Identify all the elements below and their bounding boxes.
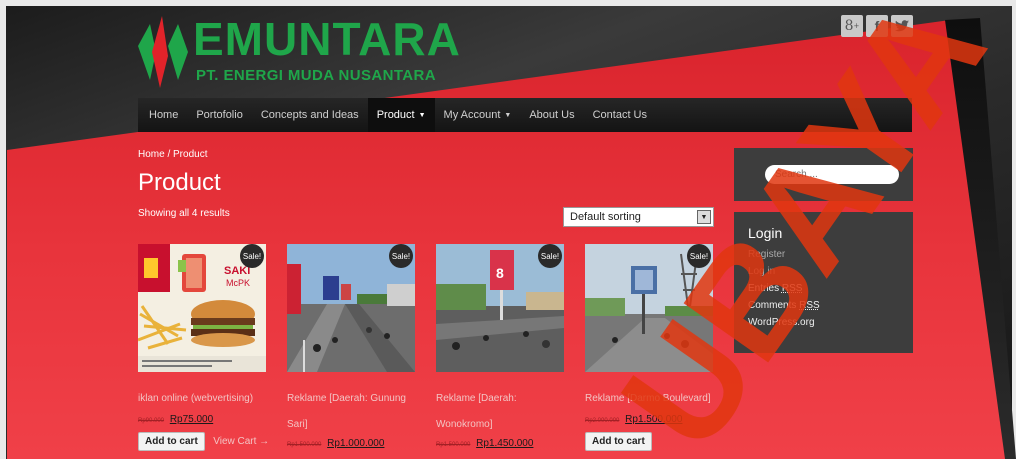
nav-item-contact[interactable]: Contact Us xyxy=(584,98,656,132)
brand-name: EMUNTARA xyxy=(193,13,461,65)
nav-label-my-account: My Account xyxy=(443,109,501,121)
nav-item-concepts[interactable]: Concepts and Ideas xyxy=(252,98,368,132)
login-widget: Login Register Log in Entries RSS Commen… xyxy=(734,212,913,353)
nav-label-home: Home xyxy=(149,109,179,121)
facebook-icon[interactable]: f xyxy=(866,15,888,37)
product-card: Sale! SAKI McPK iklan online (webvertisi… xyxy=(138,244,269,451)
product-price: Rp1.500.000 Rp1.450.000 xyxy=(436,438,564,449)
register-link[interactable]: Register xyxy=(748,246,899,263)
breadcrumb[interactable]: Home / Product xyxy=(138,149,207,160)
chevron-down-icon: ▼ xyxy=(418,111,426,119)
sale-badge: Sale! xyxy=(538,244,562,268)
wordpress-link[interactable]: WordPress.org xyxy=(748,314,899,331)
social-links: 8 + f xyxy=(841,15,913,37)
product-image[interactable]: Sale! SAKI McPK xyxy=(138,244,266,372)
add-to-cart-button[interactable]: Add to cart xyxy=(138,432,205,451)
product-price: Rp90.000 Rp75.000 xyxy=(138,414,266,425)
google-plus-icon[interactable]: 8 + xyxy=(841,15,863,37)
product-title[interactable]: Reklame [Daerah: Gunung Sari] xyxy=(287,386,422,438)
search-input[interactable] xyxy=(765,165,899,184)
product-image[interactable]: Sale! xyxy=(585,244,713,372)
logo-mark-icon xyxy=(138,16,188,88)
comments-rss-link[interactable]: Comments RSS xyxy=(748,297,899,314)
add-to-cart-button[interactable]: Add to cart xyxy=(585,432,652,451)
entries-rss-label: Entries xyxy=(748,283,782,294)
sort-selected-value: Default sorting xyxy=(570,211,641,223)
entries-rss-link[interactable]: Entries RSS xyxy=(748,280,899,297)
product-card: Sale! Reklame [Darmo Boulevard] Rp2.000.… xyxy=(585,244,713,451)
product-title[interactable]: iklan online (webvertising) xyxy=(138,386,273,412)
login-title: Login xyxy=(748,225,783,241)
sale-price: Rp1.500.000 xyxy=(625,414,683,425)
nav-item-home[interactable]: Home xyxy=(140,98,187,132)
nav-label-contact: Contact Us xyxy=(592,109,648,121)
nav-item-product[interactable]: Product ▼ xyxy=(367,98,435,132)
product-card: Sale! 8 Reklame [Daerah: Wonokromo] Rp1.… xyxy=(436,244,564,449)
rss-abbr: RSS xyxy=(781,283,803,294)
product-card: Sale! Reklame [Daerah: Gunung Sari] Rp1.… xyxy=(287,244,415,449)
rss-abbr: RSS xyxy=(799,300,820,311)
old-price: Rp2.000.000 xyxy=(585,418,620,424)
svg-text:8: 8 xyxy=(496,265,504,281)
product-actions: Add to cart View Cart → xyxy=(138,431,269,451)
nav-label-portofolio: Portofolio xyxy=(196,109,243,121)
sale-price: Rp75.000 xyxy=(169,414,214,425)
sale-badge: Sale! xyxy=(240,244,264,268)
old-price: Rp1.500.000 xyxy=(287,442,322,448)
sale-price: Rp1.450.000 xyxy=(476,438,534,449)
old-price: Rp90.000 xyxy=(138,418,165,424)
chevron-down-icon[interactable]: ▼ xyxy=(697,210,711,224)
product-title[interactable]: Reklame [Darmo Boulevard] xyxy=(585,386,720,412)
nav-label-product: Product xyxy=(376,109,415,121)
product-actions: Add to cart xyxy=(585,431,713,451)
nav-item-portofolio[interactable]: Portofolio xyxy=(187,98,251,132)
old-price: Rp1.500.000 xyxy=(436,442,471,448)
page-title: Product xyxy=(138,169,221,196)
nav-item-about[interactable]: About Us xyxy=(520,98,583,132)
login-link[interactable]: Log in xyxy=(748,263,899,280)
main-nav: Home Portofolio Concepts and Ideas Produ… xyxy=(138,98,912,132)
sale-badge: Sale! xyxy=(389,244,413,268)
twitter-icon[interactable] xyxy=(891,15,913,37)
search-widget xyxy=(734,148,913,201)
sale-price: Rp1.000.000 xyxy=(327,438,385,449)
svg-text:McPK: McPK xyxy=(226,278,250,288)
brand-tagline: PT. ENERGI MUDA NUSANTARA xyxy=(196,67,437,84)
sale-badge: Sale! xyxy=(687,244,711,268)
result-count: Showing all 4 results xyxy=(138,208,230,219)
nav-label-concepts: Concepts and Ideas xyxy=(260,109,359,121)
product-price: Rp2.000.000 Rp1.500.000 xyxy=(585,414,713,425)
sort-select[interactable]: Default sorting ▼ xyxy=(563,207,714,227)
product-image[interactable]: Sale! 8 xyxy=(436,244,564,372)
product-price: Rp1.500.000 Rp1.000.000 xyxy=(287,438,415,449)
nav-label-about: About Us xyxy=(529,109,575,121)
nav-item-my-account[interactable]: My Account ▼ xyxy=(435,98,521,132)
view-cart-link[interactable]: View Cart → xyxy=(213,436,269,447)
product-title[interactable]: Reklame [Daerah: Wonokromo] xyxy=(436,386,571,438)
comments-rss-label: Comments xyxy=(748,300,800,311)
chevron-down-icon: ▼ xyxy=(504,111,512,119)
product-image[interactable]: Sale! xyxy=(287,244,415,372)
